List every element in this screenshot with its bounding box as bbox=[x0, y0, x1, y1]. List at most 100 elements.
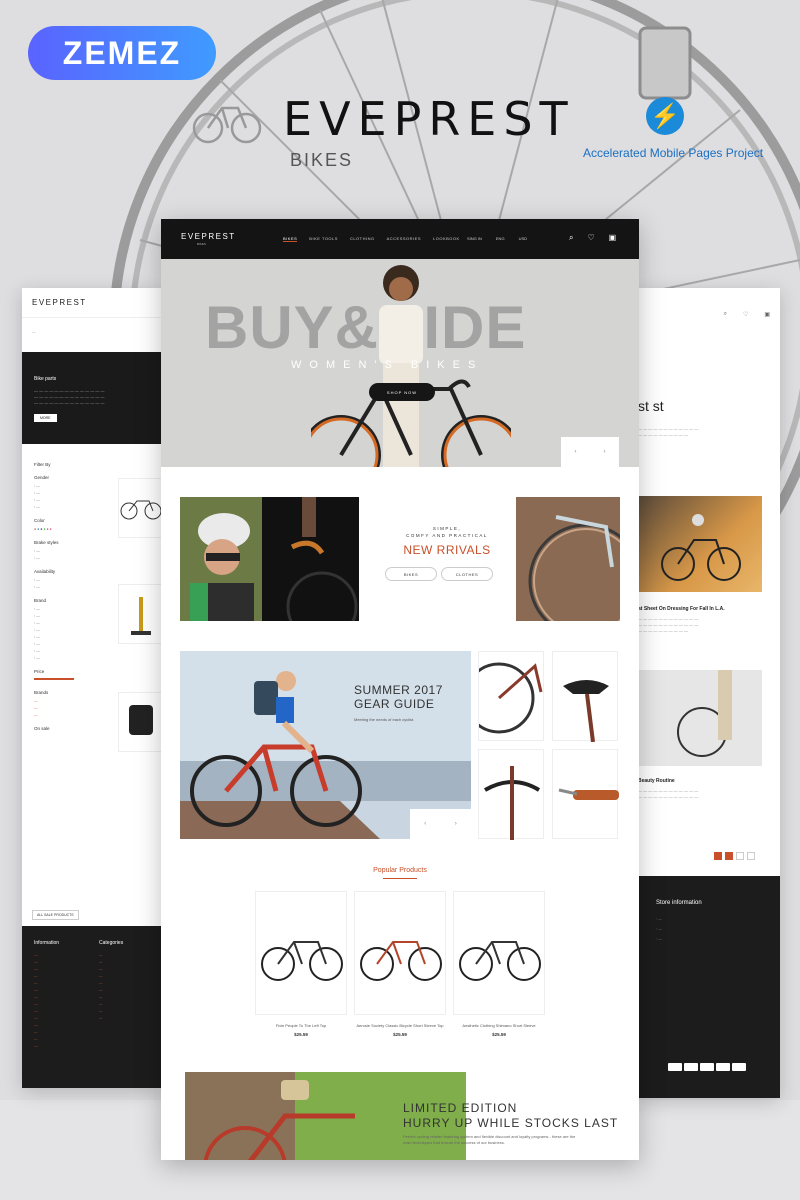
bike-image bbox=[459, 941, 541, 981]
blog-post-1-title[interactable]: at Sheet On Dressing For Fall In L.A. bbox=[638, 606, 725, 612]
gear-guide-title-1: SUMMER 2017 bbox=[354, 683, 443, 697]
search-icon[interactable]: ⌕ bbox=[569, 233, 573, 243]
sign-in-link[interactable]: SING IN bbox=[467, 236, 482, 241]
bikes-button[interactable]: BIKES bbox=[385, 567, 437, 581]
blog-post-2-title[interactable]: Beauty Routine bbox=[638, 778, 675, 784]
arrivals-image-helmet-rider[interactable] bbox=[180, 497, 262, 621]
gear-guide-banner: SUMMER 2017 GEAR GUIDE Meeting the needs… bbox=[180, 651, 471, 839]
gear-guide-title-2: GEAR GUIDE bbox=[354, 697, 435, 711]
new-arrivals-block: SIMPLE, COMFY AND PRACTICAL NEW RRIVALS bbox=[387, 525, 507, 557]
zemez-badge[interactable]: ZEMEZ bbox=[28, 26, 216, 80]
arrivals-kicker-2: COMFY AND PRACTICAL bbox=[406, 533, 488, 538]
shop-now-button[interactable]: SHOP NOW bbox=[369, 383, 435, 401]
arrivals-image-handlebar[interactable] bbox=[262, 497, 359, 621]
filter-group-availability[interactable]: Availability bbox=[34, 569, 150, 574]
nav-icons: ⌕ ♡ ▣ bbox=[569, 233, 616, 243]
heart-icon[interactable]: ♡ bbox=[587, 233, 594, 243]
filter-title: Filter By bbox=[34, 462, 51, 467]
arrivals-image-wheel[interactable] bbox=[516, 497, 620, 621]
hero-banner: BUY&RIDE WOMEN'S BIKES SHOP NOW ‹ › bbox=[161, 259, 639, 467]
amp-label[interactable]: Accelerated Mobile Pages Project bbox=[583, 146, 763, 160]
bike-logo-icon bbox=[192, 106, 262, 144]
paypal-icon bbox=[732, 1063, 746, 1071]
menu-item-bikes[interactable]: BIKES bbox=[283, 236, 298, 242]
main-menu: BIKES BIKE TOOLS CLOTHING ACCESSORIES LO… bbox=[283, 236, 460, 242]
gear-slider-controls: ‹ › bbox=[410, 809, 471, 839]
limited-edition-title: LIMITED EDITION HURRY UP WHILE STOCKS LA… bbox=[403, 1101, 618, 1131]
chevron-right-icon[interactable]: › bbox=[604, 449, 606, 455]
filter-group-price[interactable]: Price bbox=[34, 669, 150, 674]
left-nav: EVEPREST bbox=[22, 288, 162, 318]
mastercard-icon bbox=[684, 1063, 698, 1071]
card-icon bbox=[700, 1063, 714, 1071]
menu-item-lookbook[interactable]: LOOKBOOK bbox=[433, 236, 460, 242]
menu-item-bike-tools[interactable]: BIKE TOOLS bbox=[309, 236, 338, 242]
currency-select[interactable]: USD bbox=[519, 236, 527, 241]
more-button[interactable]: MORE bbox=[34, 414, 57, 422]
cart-icon[interactable]: ▣ bbox=[609, 233, 617, 243]
filter-group-brake[interactable]: Brake styles bbox=[34, 540, 150, 545]
part-tile-saddle[interactable] bbox=[552, 651, 618, 743]
blog-image-rider[interactable] bbox=[638, 670, 762, 766]
blog-intro: — — — — — — — — — — — — — — — — — — — — —… bbox=[638, 426, 699, 437]
page-button[interactable] bbox=[714, 852, 722, 860]
product-card[interactable] bbox=[118, 478, 162, 538]
hero-subtitle: WOMEN'S BIKES bbox=[291, 359, 484, 371]
right-preview-panel: ⌕ ♡ ▣ st st — — — — — — — — — — — — — — —… bbox=[638, 288, 780, 1098]
left-footer: Information — — — — — — — — — — — — — — Categories — —… bbox=[22, 926, 162, 1088]
product-card[interactable] bbox=[118, 692, 162, 752]
product-price: $25.59 bbox=[492, 1032, 506, 1037]
chevron-left-icon[interactable]: ‹ bbox=[424, 821, 426, 827]
part-tile-brake[interactable] bbox=[552, 749, 619, 839]
bike-parts-banner: Bike parts — — — — — — — — — — — — — — — … bbox=[22, 352, 162, 444]
bike-parts-title: Bike parts bbox=[34, 376, 57, 382]
language-select[interactable]: ENG bbox=[496, 236, 505, 241]
chevron-left-icon[interactable]: ‹ bbox=[575, 449, 577, 455]
page-button[interactable] bbox=[725, 852, 733, 860]
product-name[interactable]: Aerosie Society Classic Bicycle Short Sl… bbox=[345, 1023, 455, 1028]
product-name[interactable]: Fixie People To The Left Top bbox=[246, 1023, 356, 1028]
page-button[interactable] bbox=[736, 852, 744, 860]
product-card[interactable] bbox=[118, 584, 162, 644]
product-price: $25.59 bbox=[294, 1032, 308, 1037]
part-tile-handlebar[interactable] bbox=[478, 749, 544, 840]
product-card[interactable] bbox=[453, 891, 545, 1015]
amex-icon bbox=[716, 1063, 730, 1071]
lightning-icon: ⚡ bbox=[646, 97, 684, 135]
visa-icon bbox=[668, 1063, 682, 1071]
search-icon[interactable]: ⌕ bbox=[724, 311, 727, 318]
blog-image-cyclist[interactable] bbox=[638, 496, 762, 592]
product-name[interactable]: Aesthetic Clothing Shimano Short Sleeve bbox=[444, 1023, 554, 1028]
heart-icon[interactable]: ♡ bbox=[743, 311, 748, 318]
bike-image bbox=[360, 941, 442, 981]
bike-image bbox=[261, 941, 343, 981]
payment-icons bbox=[668, 1058, 748, 1076]
blog-title: st st bbox=[638, 398, 664, 414]
banner-text: — — — — — — — — — — — — — — — — — — — — —… bbox=[34, 388, 105, 405]
chevron-right-icon[interactable]: › bbox=[455, 821, 457, 827]
all-sale-products-button[interactable]: ALL SALE PRODUCTS bbox=[32, 910, 79, 920]
menu-item-accessories[interactable]: ACCESSORIES bbox=[387, 236, 421, 242]
brand-subtitle: BIKES bbox=[290, 150, 354, 170]
product-card[interactable] bbox=[354, 891, 446, 1015]
product-card[interactable] bbox=[255, 891, 347, 1015]
menu-item-clothing[interactable]: CLOTHING bbox=[350, 236, 375, 242]
footer-information-title: Information bbox=[34, 940, 60, 946]
price-slider[interactable] bbox=[34, 678, 74, 680]
cart-icon[interactable]: ▣ bbox=[764, 311, 770, 318]
limited-title-2: HURRY UP WHILE STOCKS LAST bbox=[403, 1116, 619, 1130]
part-tile-wheel[interactable] bbox=[463, 651, 544, 741]
left-preview-panel: EVEPREST — Bike parts — — — — — — — — — … bbox=[22, 288, 162, 1088]
clothes-button[interactable]: CLOTHES bbox=[441, 567, 493, 581]
hero-slider-controls: ‹ › bbox=[561, 437, 619, 467]
main-preview-panel: EVEPREST BIKES BIKES BIKE TOOLS CLOTHING… bbox=[161, 219, 639, 1160]
left-logo[interactable]: EVEPREST bbox=[32, 298, 87, 307]
store-information-title: Store information bbox=[656, 900, 702, 906]
page-button[interactable] bbox=[747, 852, 755, 860]
right-nav: ⌕ ♡ ▣ bbox=[638, 288, 780, 340]
main-logo-sub: BIKES bbox=[197, 242, 206, 246]
limited-edition-desc: Perfect cycling retailer featuring syste… bbox=[403, 1134, 576, 1145]
main-logo[interactable]: EVEPREST bbox=[181, 232, 236, 241]
main-nav: EVEPREST BIKES BIKES BIKE TOOLS CLOTHING… bbox=[161, 219, 639, 259]
product-price: $25.59 bbox=[393, 1032, 407, 1037]
